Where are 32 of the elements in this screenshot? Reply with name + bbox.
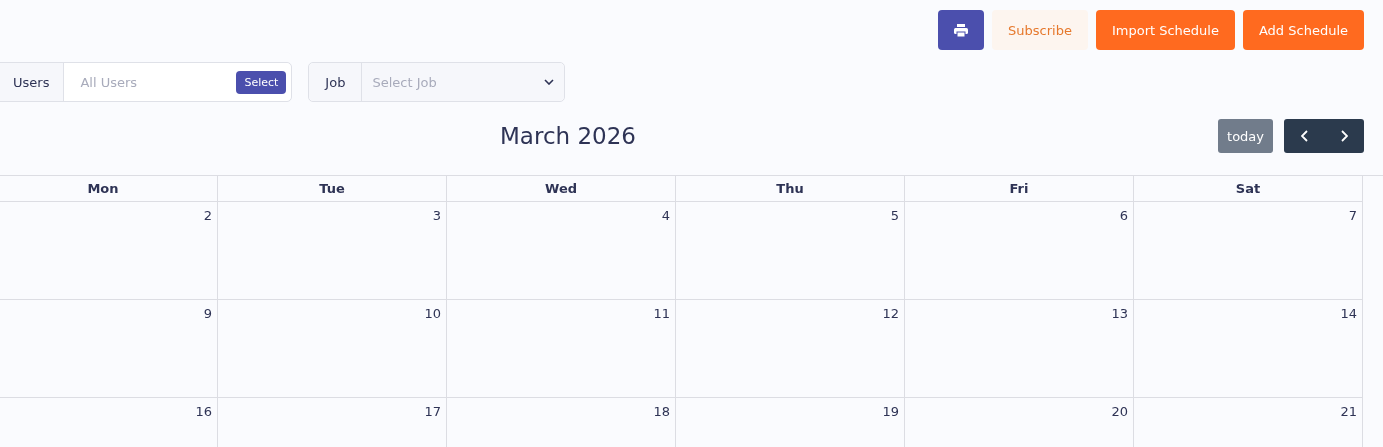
day-number[interactable]: 12 [882, 300, 904, 321]
day-number[interactable]: 9 [203, 300, 217, 321]
printer-icon [954, 23, 969, 37]
weekday-header: Fri [1009, 181, 1029, 196]
day-number[interactable]: 5 [890, 202, 904, 223]
day-number[interactable]: 18 [653, 398, 675, 419]
chevron-right-icon [1340, 130, 1348, 142]
weekday-header: Thu [776, 181, 804, 196]
day-number[interactable]: 16 [195, 398, 217, 419]
day-number[interactable]: 21 [1340, 398, 1362, 419]
month-title: March 2026 [500, 123, 636, 149]
day-number[interactable]: 7 [1348, 202, 1362, 223]
print-button[interactable] [938, 10, 985, 50]
weekday-header: Sat [1235, 181, 1261, 196]
day-number[interactable]: 20 [1111, 398, 1133, 419]
day-number[interactable]: 17 [424, 398, 446, 419]
day-number[interactable]: 10 [424, 300, 446, 321]
day-number[interactable]: 11 [653, 300, 675, 321]
today-button[interactable]: today [1218, 119, 1273, 153]
job-label: Job [309, 63, 363, 101]
weekday-header: Wed [545, 181, 577, 196]
day-number[interactable]: 13 [1111, 300, 1133, 321]
day-number[interactable]: 6 [1119, 202, 1133, 223]
weekday-header: Mon [87, 181, 119, 196]
day-number[interactable]: 14 [1340, 300, 1362, 321]
day-number[interactable]: 3 [432, 202, 446, 223]
day-number[interactable]: 2 [203, 202, 217, 223]
day-number[interactable]: 19 [882, 398, 904, 419]
weekday-header: Tue [319, 181, 345, 196]
chevron-left-icon [1300, 130, 1308, 142]
chevron-down-icon [544, 79, 555, 85]
day-number[interactable]: 4 [661, 202, 675, 223]
